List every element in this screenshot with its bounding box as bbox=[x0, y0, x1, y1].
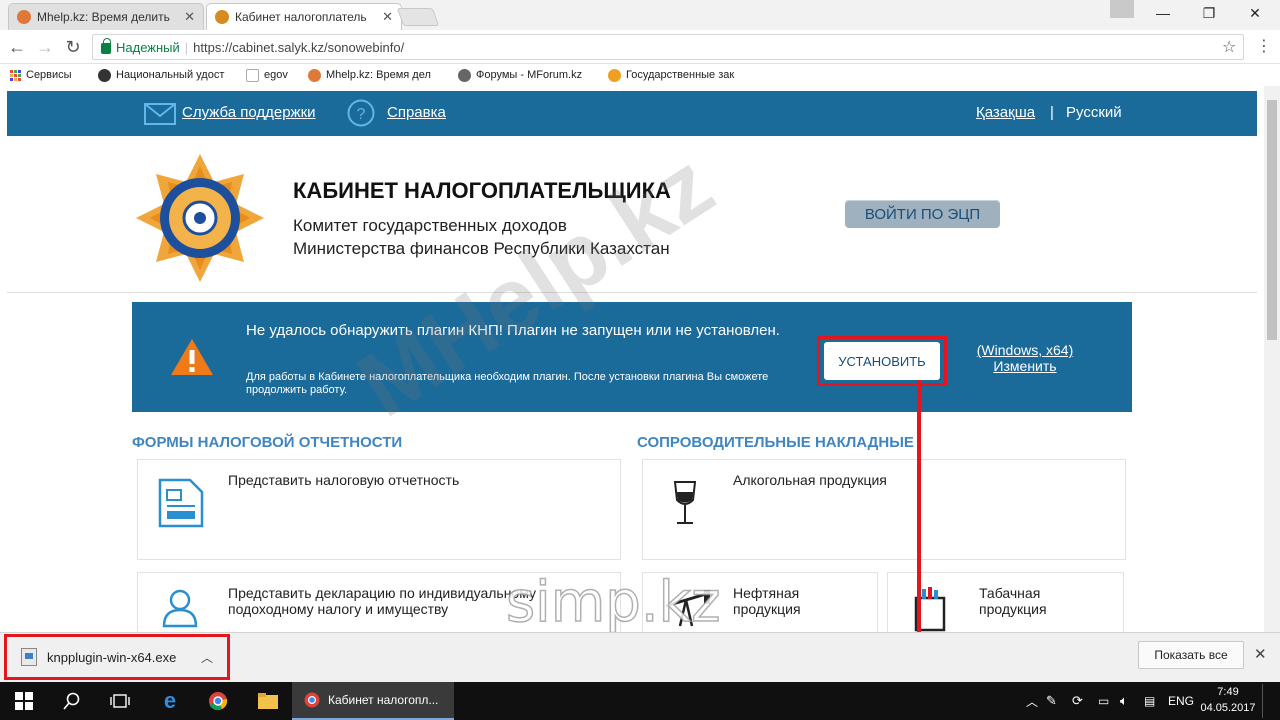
bookmark-apps[interactable]: Сервисы bbox=[0, 69, 88, 81]
alert-description: Для работы в Кабинете налогоплательщика … bbox=[246, 371, 769, 396]
chrome-icon bbox=[304, 692, 320, 708]
person-tax-icon bbox=[162, 589, 198, 628]
bookmark-mhelp[interactable]: Mhelp.kz: Время дел bbox=[298, 68, 448, 82]
annotation-arrow-vertical bbox=[917, 380, 921, 660]
show-all-downloads-button[interactable]: Показать все bbox=[1138, 641, 1244, 669]
nuc-icon bbox=[98, 68, 111, 82]
card-label: Табачная продукция bbox=[979, 585, 1047, 617]
section-title-tax-forms: ФОРМЫ НАЛОГОВОЙ ОТЧЕТНОСТИ bbox=[132, 434, 403, 451]
bookmark-mforum[interactable]: Форумы - MForum.kz bbox=[448, 68, 598, 82]
task-view-icon[interactable] bbox=[96, 682, 144, 720]
minimize-icon[interactable]: — bbox=[1140, 0, 1186, 26]
tab-title: Mhelp.kz: Время делить bbox=[37, 10, 170, 24]
mhelp-favicon-icon bbox=[17, 10, 31, 24]
tray-sync-icon[interactable]: ⟳ bbox=[1072, 682, 1083, 720]
download-item[interactable]: knpplugin-win-x64.exe ︿ bbox=[4, 634, 230, 680]
egov-icon bbox=[246, 68, 259, 82]
reload-icon[interactable]: ↻ bbox=[62, 36, 84, 58]
taskbar-active-window[interactable]: Кабинет налогопл... bbox=[292, 682, 454, 720]
secure-label: Надежный bbox=[116, 39, 180, 55]
bookmark-nuc[interactable]: Национальный удост bbox=[88, 68, 236, 82]
tray-expand-icon[interactable]: ︿ bbox=[1026, 682, 1038, 720]
tab-cabinet[interactable]: Кабинет налогоплатель ✕ bbox=[206, 3, 402, 30]
edge-browser-icon[interactable]: e bbox=[146, 682, 194, 720]
mforum-icon bbox=[458, 68, 471, 82]
url-text[interactable]: https://cabinet.salyk.kz/sonowebinfo/ bbox=[193, 40, 404, 55]
back-arrow-icon[interactable]: ← bbox=[6, 36, 28, 58]
chrome-taskbar-icon[interactable] bbox=[194, 682, 242, 720]
network-icon[interactable]: ▭ bbox=[1098, 682, 1109, 720]
apps-grid-icon bbox=[10, 69, 21, 81]
wine-glass-icon bbox=[673, 481, 697, 524]
clock-time: 7:49 bbox=[1217, 686, 1239, 698]
lock-icon bbox=[101, 38, 111, 54]
file-explorer-icon[interactable] bbox=[244, 682, 292, 720]
tab-mhelp[interactable]: Mhelp.kz: Время делить ✕ bbox=[8, 3, 204, 30]
lang-kz-link[interactable]: Қазақша bbox=[976, 104, 1035, 121]
header-divider bbox=[7, 292, 1257, 293]
windows-start-icon[interactable] bbox=[0, 682, 48, 720]
new-tab-button[interactable] bbox=[396, 8, 440, 26]
language-indicator[interactable]: ENG bbox=[1168, 682, 1194, 720]
document-icon bbox=[158, 478, 204, 528]
exe-file-icon bbox=[21, 648, 37, 666]
bookmarks-bar: Сервисы Национальный удост egov Mhelp.kz… bbox=[0, 64, 1280, 86]
mail-icon[interactable] bbox=[144, 103, 176, 125]
login-eds-button[interactable]: ВОЙТИ ПО ЭЦП bbox=[845, 200, 1000, 228]
warning-icon bbox=[171, 339, 213, 375]
platform-link[interactable]: (Windows, x64) bbox=[965, 342, 1085, 358]
watermark-simp: simp.kz bbox=[505, 569, 721, 636]
separator: | bbox=[184, 39, 189, 55]
salyk-favicon-icon bbox=[215, 10, 229, 24]
mhelp-icon bbox=[308, 68, 321, 82]
clock-date: 04.05.2017 bbox=[1200, 702, 1256, 714]
bookmark-star-icon[interactable]: ☆ bbox=[1222, 37, 1236, 57]
taskbar-window-title: Кабинет налогопл... bbox=[328, 693, 439, 707]
notification-center-icon[interactable]: ▤ bbox=[1144, 682, 1155, 720]
install-plugin-button[interactable]: УСТАНОВИТЬ bbox=[824, 342, 940, 380]
bookmark-goszakup[interactable]: Государственные зак bbox=[598, 68, 748, 82]
secure-indicator[interactable]: Надежный bbox=[101, 38, 180, 55]
tray-app-icon[interactable]: ✎ bbox=[1046, 682, 1057, 720]
search-icon[interactable] bbox=[48, 682, 96, 720]
address-bar[interactable]: Надежный | https://cabinet.salyk.kz/sono… bbox=[92, 34, 1244, 60]
volume-icon[interactable]: 🔈︎ bbox=[1120, 682, 1128, 720]
show-desktop-button[interactable] bbox=[1262, 684, 1263, 718]
menu-icon[interactable]: ⋮ bbox=[1256, 36, 1272, 56]
close-tab-icon[interactable]: ✕ bbox=[184, 9, 195, 25]
bookmark-egov[interactable]: egov bbox=[236, 68, 298, 82]
svg-text:?: ? bbox=[357, 106, 366, 123]
section-title-waybills: СОПРОВОДИТЕЛЬНЫЕ НАКЛАДНЫЕ bbox=[637, 434, 914, 451]
close-download-bar-icon[interactable]: ✕ bbox=[1254, 645, 1267, 663]
support-link[interactable]: Служба поддержки bbox=[182, 104, 316, 121]
tab-title: Кабинет налогоплатель bbox=[235, 10, 367, 24]
platform-links: (Windows, x64) Изменить bbox=[965, 342, 1085, 374]
system-clock[interactable]: 7:49 04.05.2017 bbox=[1200, 684, 1256, 716]
close-window-icon[interactable]: ✕ bbox=[1232, 0, 1278, 26]
forward-arrow-icon[interactable]: → bbox=[34, 36, 56, 58]
lang-ru-label[interactable]: Русский bbox=[1066, 104, 1122, 121]
card-label: Представить налоговую отчетность bbox=[228, 472, 460, 488]
chevron-up-icon[interactable]: ︿ bbox=[201, 649, 213, 666]
kgd-emblem-logo bbox=[136, 154, 264, 282]
help-link[interactable]: Справка bbox=[387, 104, 446, 121]
maximize-icon[interactable]: ❐ bbox=[1186, 0, 1232, 26]
download-filename: knpplugin-win-x64.exe bbox=[47, 649, 177, 665]
lang-separator: | bbox=[1050, 104, 1054, 121]
user-profile-icon[interactable] bbox=[1110, 0, 1134, 18]
card-label: Нефтяная продукция bbox=[733, 585, 801, 617]
change-platform-link[interactable]: Изменить bbox=[965, 358, 1085, 374]
goszakup-icon bbox=[608, 68, 621, 82]
close-tab-icon[interactable]: ✕ bbox=[382, 9, 393, 25]
scrollbar-thumb[interactable] bbox=[1267, 100, 1277, 340]
help-icon[interactable]: ? bbox=[347, 99, 375, 127]
